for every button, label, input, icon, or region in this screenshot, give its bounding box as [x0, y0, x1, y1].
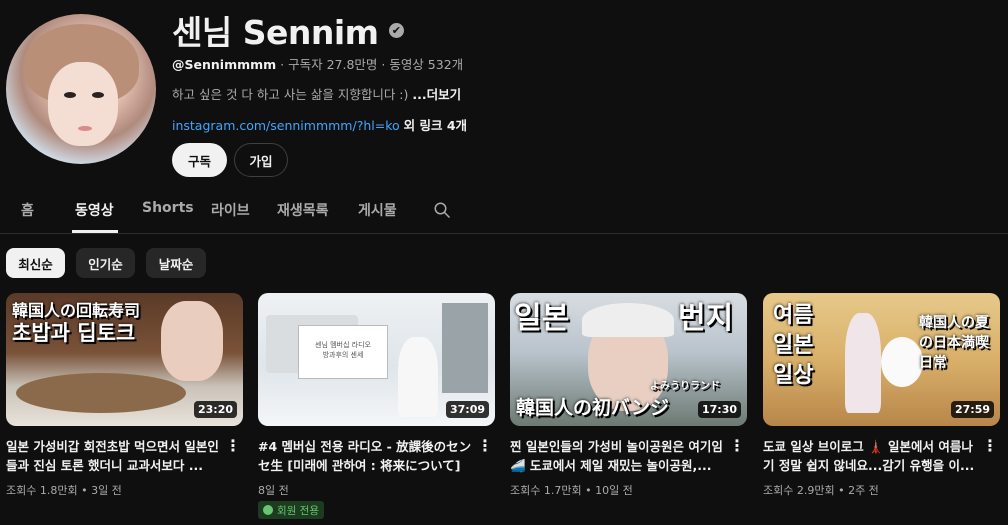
video-title[interactable]: 찐 일본인들의 가성비 놀이공원은 여기임 🚄 도쿄에서 제일 재밌는 놀이공원…	[510, 437, 725, 475]
thumb-person	[161, 301, 223, 381]
thumb-trees	[442, 303, 488, 393]
subscribe-button[interactable]: 구독	[172, 143, 227, 177]
channel-links[interactable]: instagram.com/sennimmmm/?hl=ko 외 링크 4개	[172, 115, 467, 134]
thumb-text: 일상	[773, 363, 814, 388]
thumb-text: 일본	[514, 301, 570, 336]
thumb-text: 일본	[773, 333, 814, 358]
more-options-icon[interactable]: ⋮	[225, 438, 241, 454]
tab-home[interactable]: 홈	[21, 200, 34, 220]
video-thumbnail[interactable]: 韓国人の回転寿司 초밥과 딥토크 23:20	[6, 293, 243, 426]
tab-playlists[interactable]: 재생목록	[277, 200, 329, 220]
join-button[interactable]: 가입	[234, 143, 288, 177]
channel-stats: · 구독자 27.8만명 · 동영상 532개	[280, 57, 464, 72]
search-icon[interactable]	[433, 201, 451, 219]
video-card[interactable]: 센님 멤버십 라디오 방과후의 센세 37:09 #4 멤버십 전용 라디오 -…	[258, 293, 495, 519]
channel-avatar[interactable]	[6, 14, 156, 164]
members-only-badge: 회원 전용	[258, 501, 324, 519]
more-link[interactable]: ...더보기	[412, 87, 461, 102]
chip-latest[interactable]: 최신순	[6, 248, 65, 278]
channel-meta: @Sennimmmm · 구독자 27.8만명 · 동영상 532개	[172, 54, 463, 73]
thumb-helmet	[582, 303, 674, 337]
video-title[interactable]: 일본 가성비갑 회전초밥 먹으면서 일본인들과 진심 토론 했더니 교과서보다 …	[6, 437, 221, 475]
thumb-person	[845, 313, 881, 413]
channel-title-row: 센님 Sennim ✔	[172, 6, 404, 54]
thumb-text: 여름	[773, 303, 814, 328]
video-thumbnail[interactable]: 여름 일본 일상 韓国人の夏の日本満喫日常 27:59	[763, 293, 1000, 426]
channel-name: 센님 Sennim	[172, 13, 379, 52]
duration-badge: 17:30	[697, 401, 741, 418]
tab-posts[interactable]: 게시물	[358, 200, 397, 220]
chip-oldest[interactable]: 날짜순	[146, 248, 206, 278]
duration-badge: 23:20	[193, 401, 237, 418]
duration-badge: 27:59	[950, 401, 994, 418]
more-options-icon[interactable]: ⋮	[982, 438, 998, 454]
video-title[interactable]: 도쿄 일상 브이로그 🗼 일본에서 여름나기 정말 쉽지 않네요...감기 유행…	[763, 437, 978, 475]
video-card[interactable]: 여름 일본 일상 韓国人の夏の日本満喫日常 27:59 도쿄 일상 브이로그 🗼…	[763, 293, 1000, 497]
video-title[interactable]: #4 멤버십 전용 라디오 - 放課後のセンセ生 [미래에 관하여 : 将来につ…	[258, 437, 473, 475]
video-meta: 8일 전	[258, 484, 289, 497]
thumb-plates	[16, 373, 186, 413]
more-links[interactable]: 외 링크 4개	[404, 118, 467, 133]
video-meta: 조회수 1.8만회 • 3일 전	[6, 484, 122, 497]
thumb-person	[398, 337, 438, 417]
video-card[interactable]: 일본 번지 よみうりランド 韓国人の初バンジ 17:30 찐 일본인들의 가성비…	[510, 293, 747, 497]
video-meta: 조회수 2.9만회 • 2주 전	[763, 484, 879, 497]
video-card[interactable]: 韓国人の回転寿司 초밥과 딥토크 23:20 일본 가성비갑 회전초밥 먹으면서…	[6, 293, 243, 497]
thumb-text: 韓国人の初バンジ	[516, 397, 669, 419]
tab-live[interactable]: 라이브	[211, 200, 250, 220]
verified-icon: ✔	[388, 22, 404, 38]
thumb-plush	[881, 337, 923, 387]
video-thumbnail[interactable]: 일본 번지 よみうりランド 韓国人の初バンジ 17:30	[510, 293, 747, 426]
more-options-icon[interactable]: ⋮	[477, 438, 493, 454]
description-text: 하고 싶은 것 다 하고 사는 삶을 지향합니다 :)	[172, 87, 409, 102]
more-options-icon[interactable]: ⋮	[729, 438, 745, 454]
thumb-text: 번지	[678, 301, 734, 336]
video-meta: 조회수 1.7만회 • 10일 전	[510, 484, 633, 497]
tab-videos[interactable]: 동영상	[75, 200, 114, 220]
tab-shorts[interactable]: Shorts	[142, 200, 194, 216]
active-tab-indicator	[72, 230, 118, 233]
member-icon	[263, 505, 273, 515]
channel-tabs: 홈 동영상 Shorts 라이브 재생목록 게시물	[0, 188, 1008, 234]
duration-badge: 37:09	[445, 401, 489, 418]
channel-handle: @Sennimmmm	[172, 57, 277, 72]
channel-description[interactable]: 하고 싶은 것 다 하고 사는 삶을 지향합니다 :) ...더보기	[172, 84, 461, 103]
thumb-card: 센님 멤버십 라디오 방과후의 센세	[298, 325, 388, 379]
instagram-link[interactable]: instagram.com/sennimmmm/?hl=ko	[172, 118, 400, 133]
thumb-text: 韓国人の夏の日本満喫日常	[919, 315, 989, 371]
chip-popular[interactable]: 인기순	[76, 248, 135, 278]
thumb-text: よみうりランド	[650, 381, 720, 392]
video-thumbnail[interactable]: 센님 멤버십 라디오 방과후의 센세 37:09	[258, 293, 495, 426]
thumb-text: 초밥과 딥토크	[12, 321, 136, 345]
